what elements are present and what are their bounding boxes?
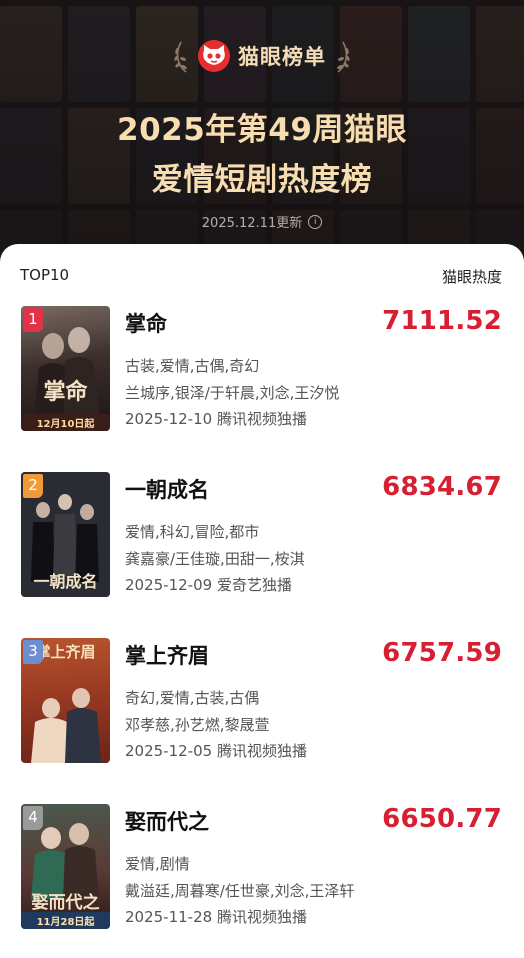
drama-poster[interactable]: 掌上齐眉 3 — [21, 638, 110, 763]
list-right-label: 猫眼热度 — [441, 268, 502, 286]
info-icon[interactable]: i — [308, 214, 323, 229]
brand-name: 猫眼榜单 — [238, 45, 326, 69]
drama-genres: 古装,爱情,古偶,奇幻 — [125, 357, 260, 375]
hero-header: 猫眼榜单 2025年第49周猫眼 爱情短剧热度榜 2025.12.11更新 i — [0, 0, 524, 268]
ranking-item[interactable]: 掌上齐眉 3 掌上齐眉 6757.59 奇幻,爱情,古装,古偶 邓孝慈,孙艺燃,… — [20, 638, 504, 766]
drama-genres: 奇幻,爱情,古装,古偶 — [125, 689, 260, 707]
heat-score: 7111.52 — [382, 306, 502, 336]
maoyan-cat-logo-icon — [198, 40, 230, 72]
drama-poster[interactable]: 一朝成名 2 — [21, 472, 110, 597]
drama-cast: 兰城序,银泽/于轩晨,刘念,王汐悦 — [125, 384, 340, 402]
list-header: TOP10 猫眼热度 — [20, 266, 502, 287]
drama-cast: 戴溢廷,周暮寒/任世豪,刘念,王泽轩 — [125, 882, 355, 900]
rank-badge: 1 — [23, 308, 43, 332]
drama-poster[interactable]: 娶而代之 11月28日起 4 — [21, 804, 110, 929]
laurel-right-icon — [337, 41, 350, 73]
poster-title-art: 娶而代之 — [31, 893, 100, 913]
drama-title[interactable]: 娶而代之 — [125, 806, 209, 836]
brand-row: 猫眼榜单 — [0, 36, 524, 76]
drama-cast: 邓孝慈,孙艺燃,黎晟萱 — [125, 716, 270, 734]
drama-release: 2025-12-10 腾讯视频独播 — [125, 410, 307, 428]
drama-genres: 爱情,科幻,冒险,都市 — [125, 523, 260, 541]
list-left-label: TOP10 — [20, 266, 70, 284]
poster-title-art: 一朝成名 — [33, 572, 98, 591]
drama-cast: 龚嘉豪/王佳璇,田甜一,桉淇 — [125, 550, 305, 568]
rank-badge: 4 — [23, 806, 43, 830]
poster-title-art: 掌命 — [43, 380, 88, 405]
drama-poster[interactable]: 掌命 12月10日起 1 — [21, 306, 110, 431]
page-title-line2: 爱情短剧热度榜 — [151, 162, 373, 198]
ranking-item[interactable]: 掌命 12月10日起 1 掌命 7111.52 古装,爱情,古偶,奇幻 兰城序,… — [20, 306, 504, 434]
rank-badge: 2 — [23, 474, 43, 498]
ranking-panel: TOP10 猫眼热度 掌命 12月10日起 1 掌命 7111.52 古装,爱情… — [0, 244, 524, 958]
drama-title[interactable]: 掌上齐眉 — [125, 640, 209, 670]
drama-title[interactable]: 一朝成名 — [125, 474, 209, 504]
page-title-line1: 2025年第49周猫眼 — [117, 112, 407, 148]
ranking-item[interactable]: 娶而代之 11月28日起 4 娶而代之 6650.77 爱情,剧情 戴溢廷,周暮… — [20, 804, 504, 932]
laurel-left-icon — [174, 41, 187, 73]
drama-release: 2025-11-28 腾讯视频独播 — [125, 908, 307, 926]
update-time: 2025.12.11更新 — [201, 216, 303, 231]
poster-caption: 11月28日起 — [21, 912, 110, 929]
rank-badge: 3 — [23, 640, 43, 664]
drama-genres: 爱情,剧情 — [125, 855, 190, 873]
update-info: 2025.12.11更新 i — [0, 212, 524, 231]
drama-release: 2025-12-05 腾讯视频独播 — [125, 742, 307, 760]
drama-title[interactable]: 掌命 — [125, 308, 167, 338]
heat-score: 6757.59 — [382, 638, 502, 668]
poster-caption: 12月10日起 — [21, 414, 110, 431]
drama-release: 2025-12-09 爱奇艺独播 — [125, 576, 292, 594]
heat-score: 6834.67 — [382, 472, 502, 502]
ranking-item[interactable]: 一朝成名 2 一朝成名 6834.67 爱情,科幻,冒险,都市 龚嘉豪/王佳璇,… — [20, 472, 504, 600]
heat-score: 6650.77 — [382, 804, 502, 834]
